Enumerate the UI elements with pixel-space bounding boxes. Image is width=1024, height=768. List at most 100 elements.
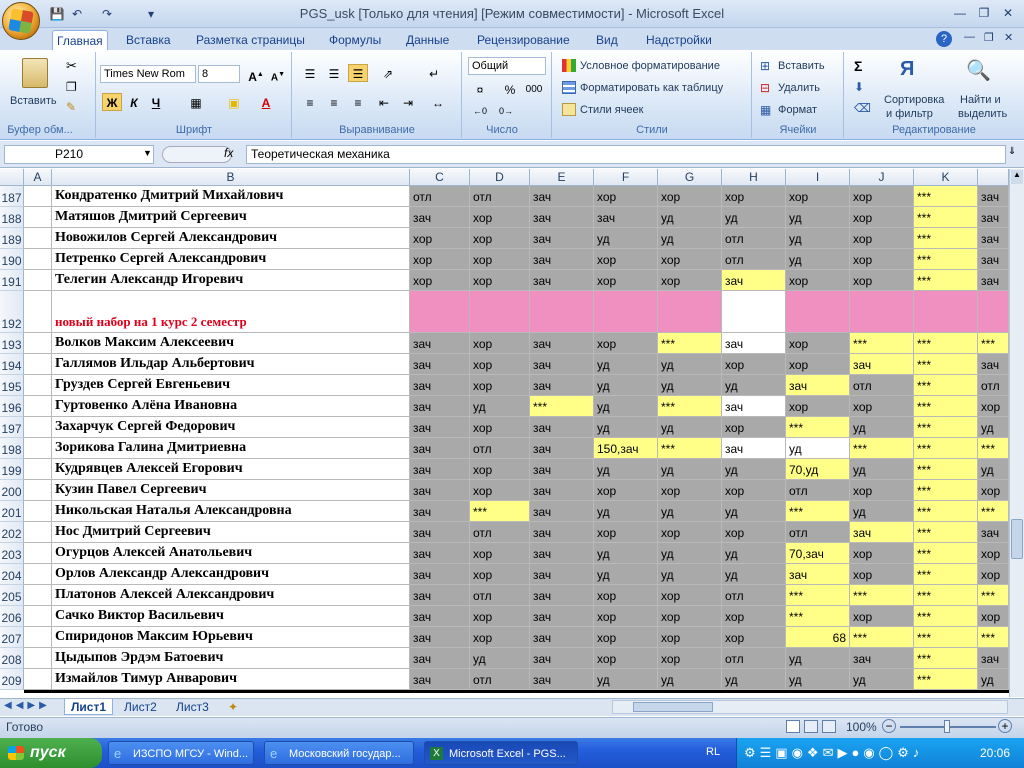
grade-cell[interactable]	[530, 291, 594, 333]
increase-decimal-icon[interactable]: ←0	[470, 101, 490, 119]
grade-cell[interactable]: зач	[530, 627, 594, 648]
grade-cell[interactable]: уд	[470, 396, 530, 417]
cell[interactable]	[24, 459, 52, 480]
grade-cell[interactable]: уд	[470, 648, 530, 669]
cell[interactable]	[24, 186, 52, 207]
find-select-icon[interactable]: 🔍	[966, 58, 991, 83]
taskbar-item-browser-1[interactable]: ИЗСПО МГСУ - Wind...	[108, 741, 254, 765]
grade-cell[interactable]: ***	[978, 585, 1009, 606]
grade-cell[interactable]: уд	[658, 228, 722, 249]
cell[interactable]	[24, 564, 52, 585]
grade-cell[interactable]: уд	[850, 501, 914, 522]
grade-cell[interactable]: уд	[658, 543, 722, 564]
zoom-in-icon[interactable]: +	[998, 719, 1012, 733]
row-header[interactable]: 197	[0, 417, 24, 438]
grade-cell[interactable]: зач	[530, 522, 594, 543]
cell[interactable]	[24, 375, 52, 396]
row-header[interactable]: 194	[0, 354, 24, 375]
student-name-cell[interactable]: Матяшов Дмитрий Сергеевич	[52, 207, 410, 228]
column-header-I[interactable]: I	[786, 169, 850, 186]
office-button[interactable]	[2, 2, 40, 40]
grade-cell[interactable]: ***	[914, 606, 978, 627]
grade-cell[interactable]: уд	[786, 207, 850, 228]
grade-cell[interactable]: хор	[658, 585, 722, 606]
grade-cell[interactable]: зач	[410, 522, 470, 543]
row-header[interactable]: 195	[0, 375, 24, 396]
sheet-tab-1[interactable]: Лист1	[64, 699, 114, 715]
vertical-scroll-thumb[interactable]	[1011, 519, 1023, 559]
grade-cell[interactable]	[722, 291, 786, 333]
grade-cell[interactable]: уд	[658, 417, 722, 438]
grade-cell[interactable]: хор	[786, 186, 850, 207]
cell[interactable]	[24, 354, 52, 375]
grade-cell[interactable]: хор	[470, 333, 530, 354]
grade-cell[interactable]: ***	[914, 354, 978, 375]
fx-icon[interactable]: fx	[224, 146, 233, 160]
grade-cell[interactable]: ***	[914, 438, 978, 459]
grade-cell[interactable]: уд	[786, 228, 850, 249]
borders-icon[interactable]: ▦	[186, 93, 206, 111]
row-header[interactable]: 207	[0, 627, 24, 648]
grade-cell[interactable]: зач	[530, 480, 594, 501]
grade-cell[interactable]: уд	[658, 501, 722, 522]
grade-cell[interactable]: зач	[978, 354, 1009, 375]
tab-review[interactable]: Рецензирование	[473, 30, 574, 50]
grade-cell[interactable]: зач	[530, 606, 594, 627]
cell[interactable]	[24, 669, 52, 690]
ribbon-minimize-icon[interactable]: —	[964, 31, 975, 43]
grade-cell[interactable]: уд	[850, 459, 914, 480]
grade-cell[interactable]: ***	[914, 207, 978, 228]
zoom-out-icon[interactable]: −	[882, 719, 896, 733]
student-name-cell[interactable]: Груздев Сергей Евгеньевич	[52, 375, 410, 396]
grade-cell[interactable]: хор	[850, 606, 914, 627]
cell[interactable]	[24, 522, 52, 543]
language-indicator[interactable]: RL	[706, 746, 720, 758]
grade-cell[interactable]: ***	[914, 648, 978, 669]
grade-cell[interactable]: уд	[978, 669, 1009, 690]
grade-cell[interactable]: ***	[658, 438, 722, 459]
grade-cell[interactable]: зач	[530, 669, 594, 690]
grade-cell[interactable]: хор	[470, 564, 530, 585]
delete-cells-button[interactable]: Удалить	[778, 81, 820, 95]
sheet-tab-3[interactable]: Лист3	[170, 699, 215, 715]
grade-cell[interactable]: зач	[978, 522, 1009, 543]
grade-cell[interactable]: хор	[978, 543, 1009, 564]
grade-cell[interactable]: отл	[470, 186, 530, 207]
grade-cell[interactable]: уд	[594, 417, 658, 438]
grade-cell[interactable]: уд	[658, 564, 722, 585]
currency-icon[interactable]: ¤	[470, 80, 490, 98]
grade-cell[interactable]: отл	[850, 375, 914, 396]
taskbar-item-excel[interactable]: Microsoft Excel - PGS...	[424, 741, 578, 765]
grade-cell[interactable]: хор	[978, 480, 1009, 501]
restore-icon[interactable]: ❐	[972, 4, 996, 22]
grade-cell[interactable]: ***	[914, 396, 978, 417]
grade-cell[interactable]: зач	[722, 270, 786, 291]
grade-cell[interactable]: хор	[722, 627, 786, 648]
tab-home[interactable]: Главная	[52, 30, 108, 50]
row-header[interactable]: 189	[0, 228, 24, 249]
sort-filter-label-2[interactable]: и фильтр	[886, 107, 933, 121]
grade-cell[interactable]: отл	[722, 585, 786, 606]
grade-cell[interactable]: отл	[786, 522, 850, 543]
grade-cell[interactable]: зач	[410, 375, 470, 396]
grade-cell[interactable]: хор	[850, 228, 914, 249]
tray-icons[interactable]: ⚙☰▣◉❖✉▶●◉◯⚙♪	[744, 745, 923, 761]
column-header-G[interactable]: G	[658, 169, 722, 186]
conditional-formatting-button[interactable]: Условное форматирование	[580, 59, 720, 73]
grade-cell[interactable]: ***	[914, 669, 978, 690]
grade-cell[interactable]: зач	[786, 375, 850, 396]
grade-cell[interactable]: хор	[594, 627, 658, 648]
grade-cell[interactable]: зач	[978, 186, 1009, 207]
grade-cell[interactable]: хор	[470, 543, 530, 564]
zoom-slider-thumb[interactable]	[944, 720, 950, 733]
grade-cell[interactable]: хор	[786, 396, 850, 417]
grade-cell[interactable]: хор	[470, 375, 530, 396]
row-header[interactable]: 202	[0, 522, 24, 543]
grade-cell[interactable]: хор	[470, 627, 530, 648]
grade-cell[interactable]	[658, 291, 722, 333]
student-name-cell[interactable]: Кузин Павел Сергеевич	[52, 480, 410, 501]
cell-styles-button[interactable]: Стили ячеек	[580, 103, 643, 117]
grade-cell[interactable]: хор	[470, 228, 530, 249]
grade-cell[interactable]: хор	[978, 564, 1009, 585]
ribbon-restore-icon[interactable]: ❐	[984, 31, 994, 44]
